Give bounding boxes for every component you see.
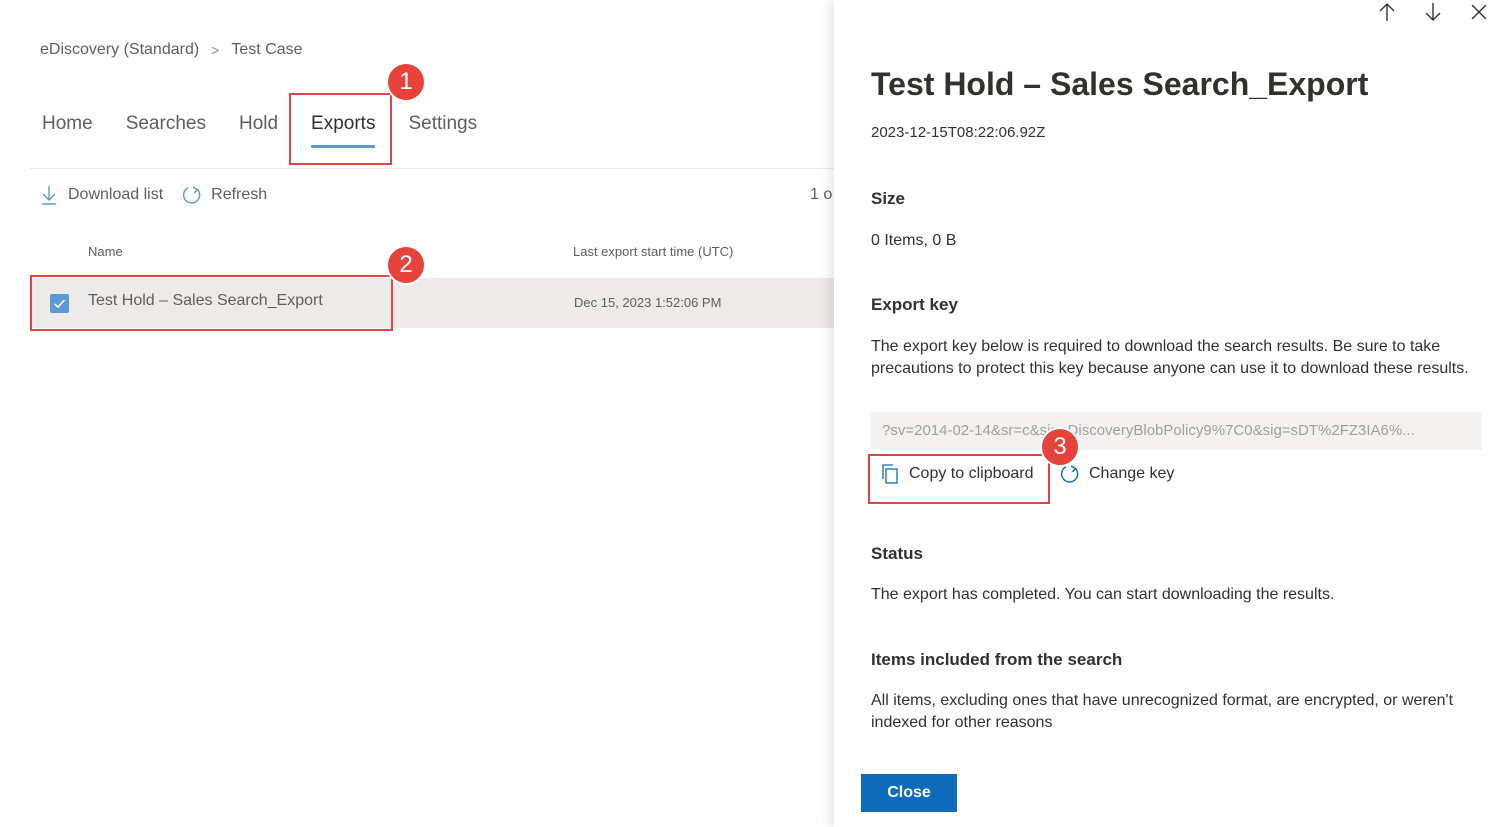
change-key-button[interactable]: Change key [1060, 464, 1174, 484]
export-key-field[interactable]: ?sv=2014-02-14&sr=c&si=eDiscoveryBlobPol… [871, 412, 1482, 450]
step-badge-1: 1 [386, 62, 426, 102]
items-included-text: All items, excluding ones that have unre… [871, 692, 1454, 731]
highlight-export-row [30, 275, 393, 331]
arrow-down-icon [1425, 3, 1441, 21]
item-count: 1 o [810, 186, 833, 203]
tab-divider [30, 168, 834, 169]
breadcrumb-parent[interactable]: eDiscovery (Standard) [40, 41, 199, 59]
export-key-heading: Export key [871, 295, 958, 314]
tab-bar: Home Searches Hold Exports Settings [30, 110, 498, 150]
size-heading: Size [871, 189, 906, 208]
change-key-label: Change key [1089, 465, 1175, 482]
refresh-icon [181, 184, 203, 206]
command-bar: Download list Refresh [38, 184, 285, 206]
tab-home[interactable]: Home [30, 110, 105, 150]
download-list-button[interactable]: Download list [38, 184, 163, 206]
previous-item-button[interactable] [1364, 0, 1410, 24]
panel-title: Test Hold – Sales Search_Export [871, 66, 1369, 102]
exports-page: eDiscovery (Standard) > Test Case Home S… [0, 0, 834, 827]
column-header-time[interactable]: Last export start time (UTC) [573, 244, 733, 259]
items-included-heading: Items included from the search [871, 650, 1123, 669]
breadcrumb-separator: > [211, 42, 220, 58]
refresh-label: Refresh [211, 186, 268, 203]
column-header-name[interactable]: Name [88, 244, 123, 259]
table-header: Name Last export start time (UTC) [30, 240, 834, 268]
download-list-label: Download list [68, 186, 164, 203]
tab-searches[interactable]: Searches [114, 110, 218, 150]
step-badge-3: 3 [1040, 427, 1080, 467]
close-icon [1471, 4, 1487, 20]
breadcrumb-current: Test Case [231, 41, 303, 58]
size-value: 0 Items, 0 B [871, 232, 957, 249]
close-button[interactable]: Close [861, 774, 957, 812]
panel-date: 2023-12-15T08:22:06.92Z [871, 124, 1046, 141]
refresh-icon [1060, 464, 1080, 484]
export-key-description: The export key below is required to down… [871, 338, 1469, 377]
highlight-exports-tab [289, 93, 392, 165]
panel-nav [1364, 0, 1502, 24]
row-time: Dec 15, 2023 1:52:06 PM [574, 295, 722, 310]
breadcrumb: eDiscovery (Standard) > Test Case [40, 41, 303, 59]
status-text: The export has completed. You can start … [871, 586, 1335, 603]
tab-hold[interactable]: Hold [227, 110, 290, 150]
tab-settings[interactable]: Settings [396, 110, 489, 150]
close-panel-button[interactable] [1456, 0, 1502, 24]
status-heading: Status [871, 544, 923, 563]
arrow-up-icon [1379, 3, 1395, 21]
refresh-button[interactable]: Refresh [181, 184, 267, 206]
highlight-copy-to-clipboard [868, 454, 1050, 504]
download-icon [38, 184, 60, 206]
next-item-button[interactable] [1410, 0, 1456, 24]
export-details-panel: Test Hold – Sales Search_Export 2023-12-… [834, 0, 1508, 827]
step-badge-2: 2 [386, 245, 426, 285]
